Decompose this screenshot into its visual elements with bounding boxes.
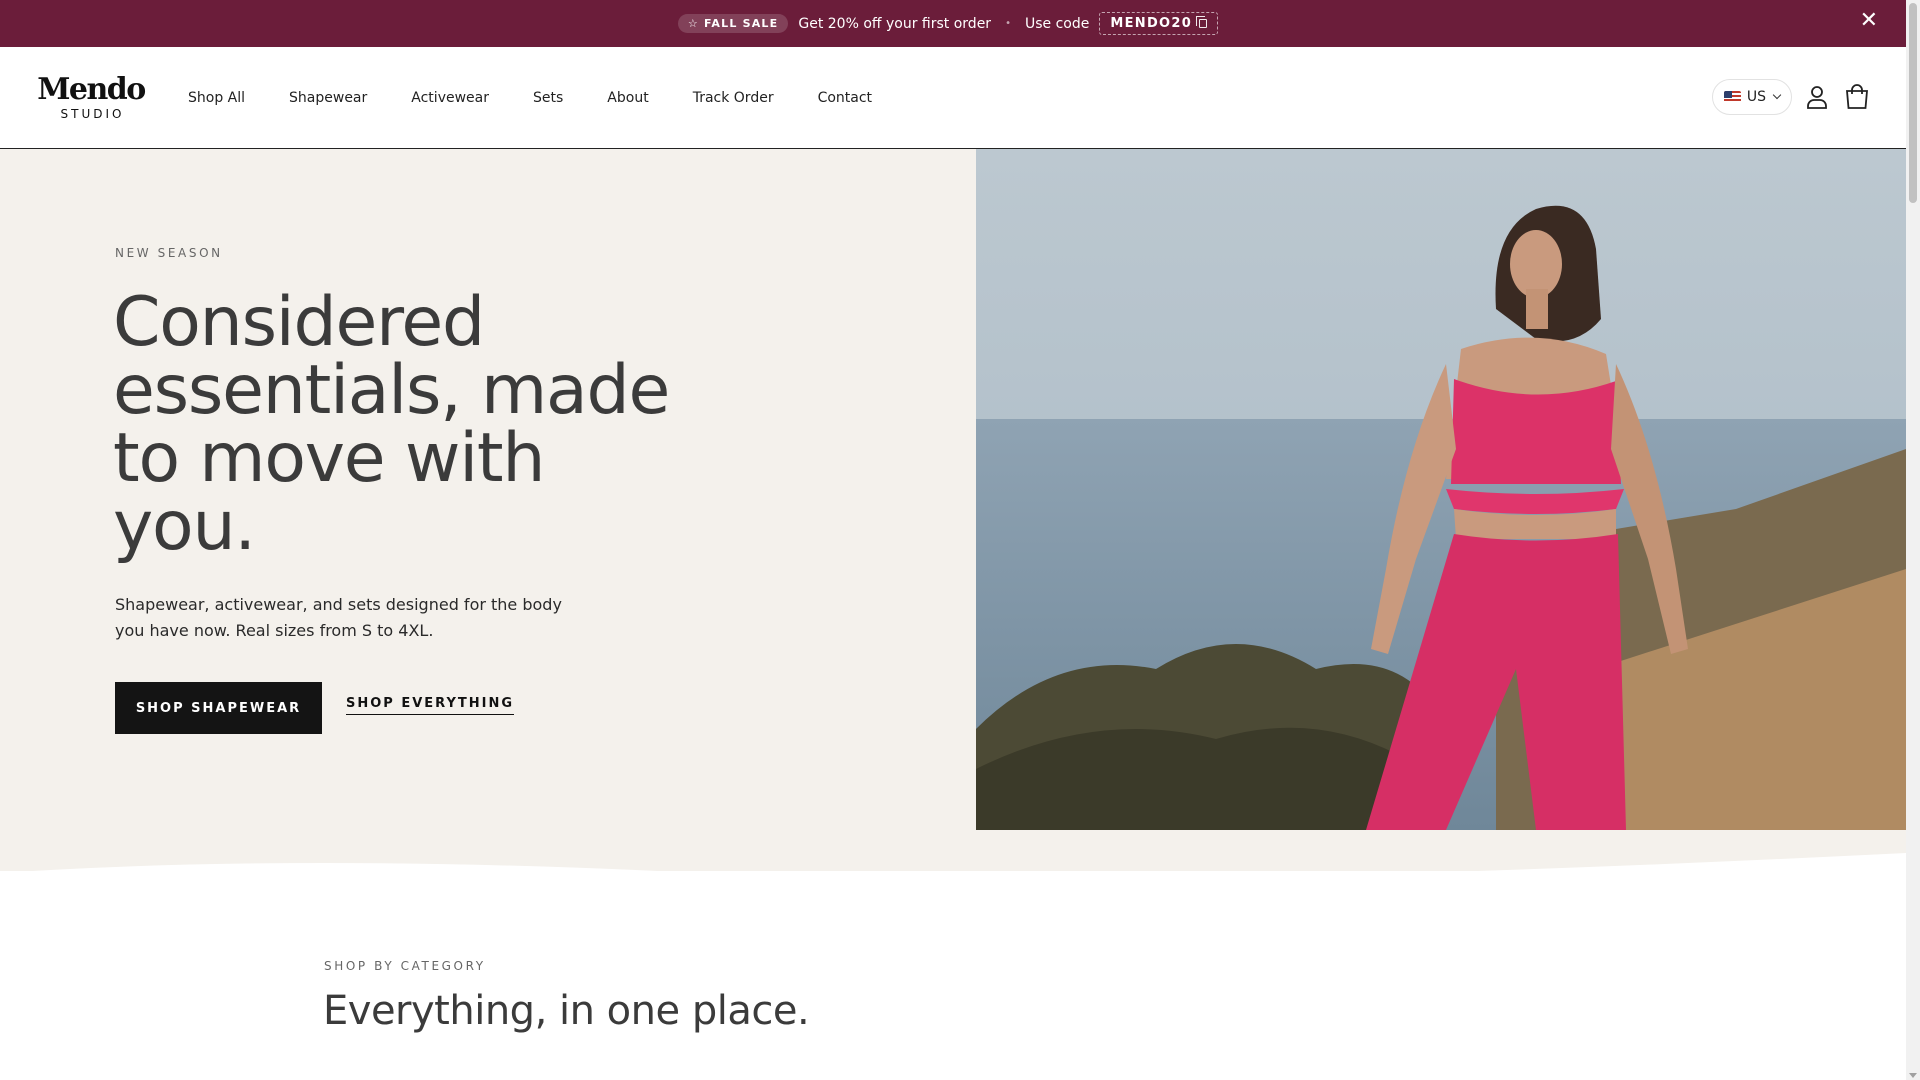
star-icon: ☆ [687,17,699,30]
shop-everything-link[interactable]: SHOP EVERYTHING [346,696,515,715]
nav-sets[interactable]: Sets [511,90,585,106]
account-button[interactable] [1802,82,1832,112]
category-eyebrow: SHOP BY CATEGORY [324,959,486,973]
promo-code-button[interactable]: MENDO20 [1099,12,1219,35]
hero-section: NEW SEASON Considered essentials, made t… [0,149,1906,953]
announcement-message: Get 20% off your first order [798,15,992,32]
nav-activewear[interactable]: Activewear [389,90,511,106]
sale-badge: ☆ FALL SALE [677,14,789,33]
close-announcement-button[interactable]: ✕ [1860,10,1878,32]
site-header: Mendo STUDIO Shop All Shapewear Activewe… [0,47,1906,149]
main-nav: Shop All Shapewear Activewear Sets About… [188,90,894,106]
logo[interactable]: Mendo STUDIO [37,71,146,121]
hero-title: Considered essentials, made to move with… [113,283,670,566]
promo-code: MENDO20 [1110,16,1193,31]
hero-wave-divider [0,853,1906,953]
hero-eyebrow: NEW SEASON [115,246,223,260]
logo-wordmark: Mendo [37,71,146,107]
scroll-down-arrow-icon[interactable] [1909,1073,1917,1078]
announcement-content: ☆ FALL SALE Get 20% off your first order… [677,12,1219,35]
code-prefix: Use code [1024,15,1090,32]
hero-subtitle: Shapewear, activewear, and sets designed… [115,595,562,640]
hero-image [976,149,1906,830]
cart-button[interactable] [1842,82,1872,112]
scrollbar-thumb[interactable] [1909,3,1917,203]
separator-dot: • [1005,18,1011,29]
category-title: Everything, in one place. [323,988,810,1034]
announcement-bar: ☆ FALL SALE Get 20% off your first order… [0,0,1906,47]
user-icon [1807,86,1827,109]
shopping-bag-icon [1846,84,1868,109]
locale-selector[interactable]: US [1711,79,1792,115]
logo-subtitle: STUDIO [60,106,125,121]
nav-track-order[interactable]: Track Order [671,90,796,106]
sale-badge-label: FALL SALE [703,17,779,30]
nav-shop-all[interactable]: Shop All [188,90,267,106]
header-actions: US [1711,79,1872,115]
nav-about[interactable]: About [585,90,670,106]
us-flag-icon [1723,91,1741,103]
shop-shapewear-button[interactable]: SHOP SHAPEWEAR [115,682,322,734]
locale-label: US [1746,89,1766,105]
hero-photo-illustration [976,149,1906,830]
nav-shapewear[interactable]: Shapewear [267,90,389,106]
scrollbar[interactable] [1906,0,1920,1080]
nav-contact[interactable]: Contact [796,90,894,106]
copy-icon [1196,16,1208,28]
chevron-down-icon [1772,90,1782,100]
